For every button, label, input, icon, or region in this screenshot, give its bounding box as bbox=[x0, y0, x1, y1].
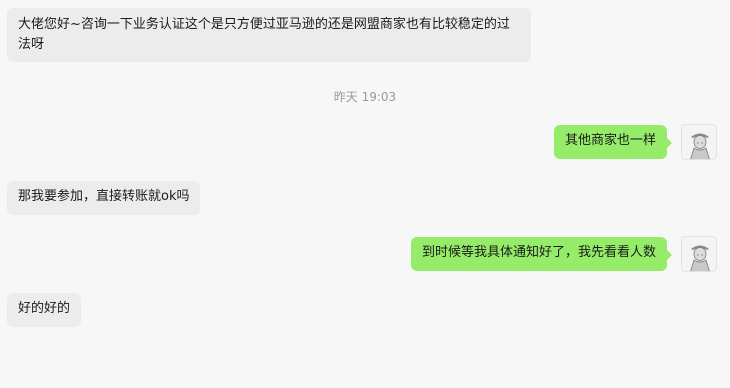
chat-window: 大佬您好~咨询一下业务认证这个是只方便过亚马逊的还是网盟商家也有比较稳定的过法呀… bbox=[0, 0, 730, 388]
message-bubble-incoming[interactable]: 好的好的 bbox=[7, 293, 82, 327]
message-text: 到时候等我具体通知好了，我先看看人数 bbox=[421, 245, 656, 260]
message-bubble-outgoing[interactable]: 其他商家也一样 bbox=[553, 125, 673, 159]
user-avatar-icon[interactable] bbox=[681, 236, 717, 272]
message-bubble-outgoing[interactable]: 到时候等我具体通知好了，我先看看人数 bbox=[410, 237, 673, 271]
message-bubble-incoming[interactable]: 大佬您好~咨询一下业务认证这个是只方便过亚马逊的还是网盟商家也有比较稳定的过法呀 bbox=[7, 8, 531, 62]
message-bubble-incoming[interactable]: 那我要参加，直接转账就ok吗 bbox=[7, 181, 201, 215]
message-text: 好的好的 bbox=[18, 301, 71, 316]
user-avatar-icon[interactable] bbox=[681, 124, 717, 160]
message-text: 那我要参加，直接转账就ok吗 bbox=[18, 189, 190, 204]
message-text: 其他商家也一样 bbox=[564, 133, 656, 148]
message-timestamp: 昨天 19:03 bbox=[333, 90, 397, 104]
message-text: 大佬您好~咨询一下业务认证这个是只方便过亚马逊的还是网盟商家也有比较稳定的过法呀 bbox=[18, 17, 510, 52]
